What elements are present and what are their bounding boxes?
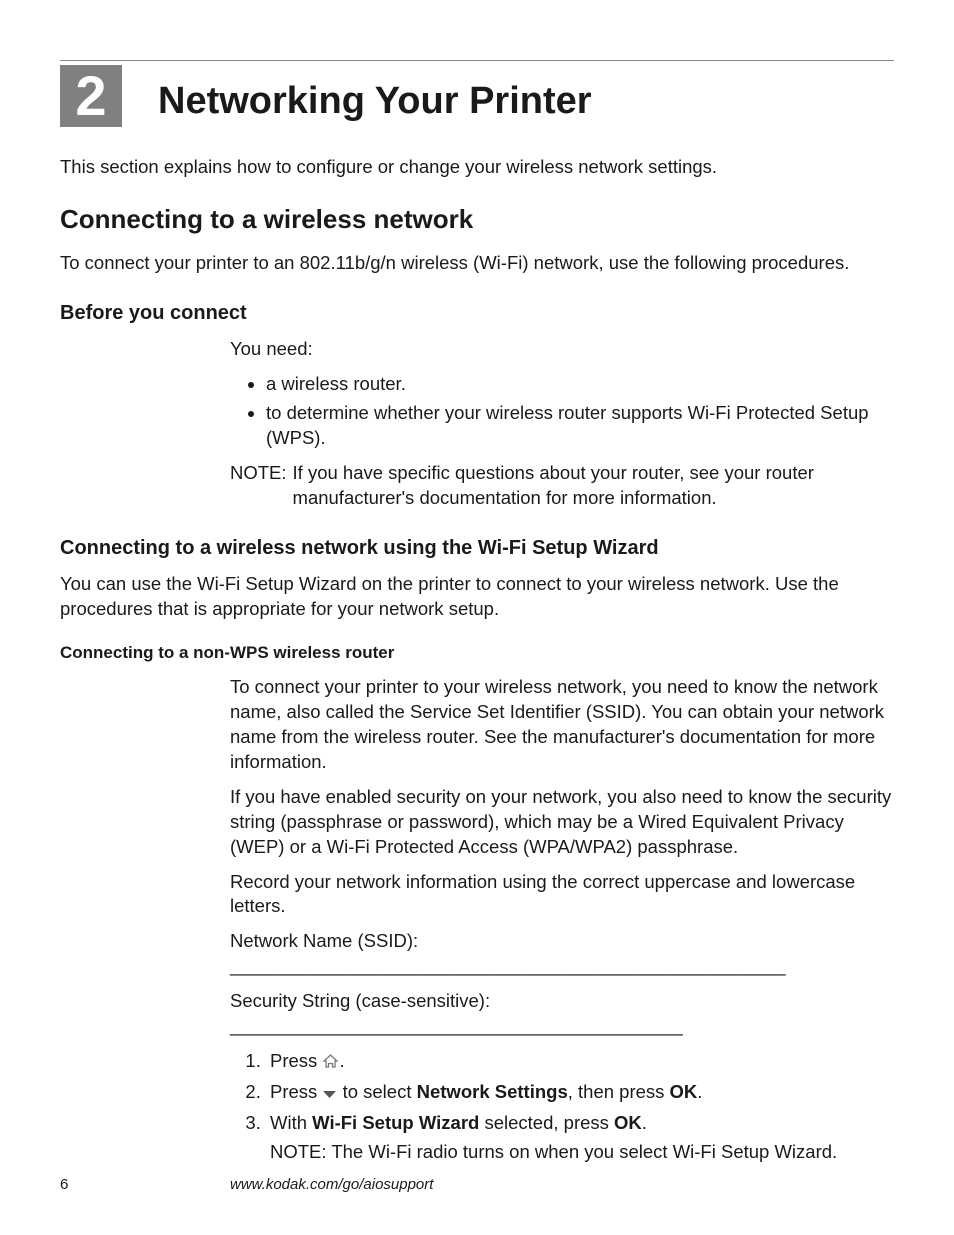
nonwps-p1: To connect your printer to your wireless… [230,675,894,775]
subsection-title-before-connect: Before you connect [60,300,894,327]
nonwps-body: To connect your printer to your wireless… [230,675,894,1165]
step2-mid: to select [337,1081,416,1102]
step3-bold1: Wi-Fi Setup Wizard [312,1112,479,1133]
before-connect-body: You need: a wireless router. to determin… [230,337,894,511]
bullet-item: a wireless router. [266,372,894,397]
step3-bold2: OK [614,1112,642,1133]
step-2: Press to select Network Settings, then p… [266,1080,894,1107]
chapter-number: 2 [75,68,106,124]
step-note: NOTE: The Wi-Fi radio turns on when you … [270,1140,894,1165]
security-line: Security String (case-sensitive): ______… [230,989,894,1039]
chapter-number-box: 2 [60,65,122,127]
step-1: Press . [266,1049,894,1076]
subsubsection-title-nonwps: Connecting to a non-WPS wireless router [60,642,894,665]
step-3: With Wi-Fi Setup Wizard selected, press … [266,1111,894,1136]
chapter-header: 2 Networking Your Printer [60,60,894,127]
step2-prefix: Press [270,1081,322,1102]
subsection-title-wifi-wizard: Connecting to a wireless network using t… [60,535,894,562]
step2-bold2: OK [670,1081,698,1102]
step3-prefix: With [270,1112,312,1133]
step3-suffix: . [642,1112,647,1133]
chapter-intro: This section explains how to configure o… [60,155,894,180]
step3-mid: selected, press [479,1112,614,1133]
page-footer: 6 www.kodak.com/go/aiosupport [60,1176,894,1193]
section-title-connecting: Connecting to a wireless network [60,202,894,237]
before-note: NOTE: If you have specific questions abo… [230,461,894,511]
document-page: 2 Networking Your Printer This section e… [0,0,954,1235]
note-label: NOTE: [230,461,293,511]
step2-mid2: , then press [568,1081,670,1102]
step1-suffix: . [339,1050,344,1071]
before-lead: You need: [230,337,894,362]
note-text: If you have specific questions about you… [293,461,894,511]
page-number: 6 [60,1176,230,1193]
step2-suffix: . [697,1081,702,1102]
nonwps-p3: Record your network information using th… [230,870,894,920]
before-bullets: a wireless router. to determine whether … [230,372,894,451]
chapter-title: Networking Your Printer [158,80,592,127]
footer-url: www.kodak.com/go/aiosupport [230,1176,433,1193]
body: This section explains how to configure o… [60,155,894,1165]
down-arrow-icon [322,1082,337,1107]
ssid-line: Network Name (SSID): ___________________… [230,929,894,979]
section-intro: To connect your printer to an 802.11b/g/… [60,251,894,276]
home-icon [322,1051,339,1076]
step2-bold1: Network Settings [417,1081,568,1102]
nonwps-p2: If you have enabled security on your net… [230,785,894,860]
wizard-intro: You can use the Wi-Fi Setup Wizard on th… [60,572,894,622]
bullet-item: to determine whether your wireless route… [266,401,894,451]
steps-list: Press . Press to select Network Settings… [230,1049,894,1136]
step1-prefix: Press [270,1050,322,1071]
